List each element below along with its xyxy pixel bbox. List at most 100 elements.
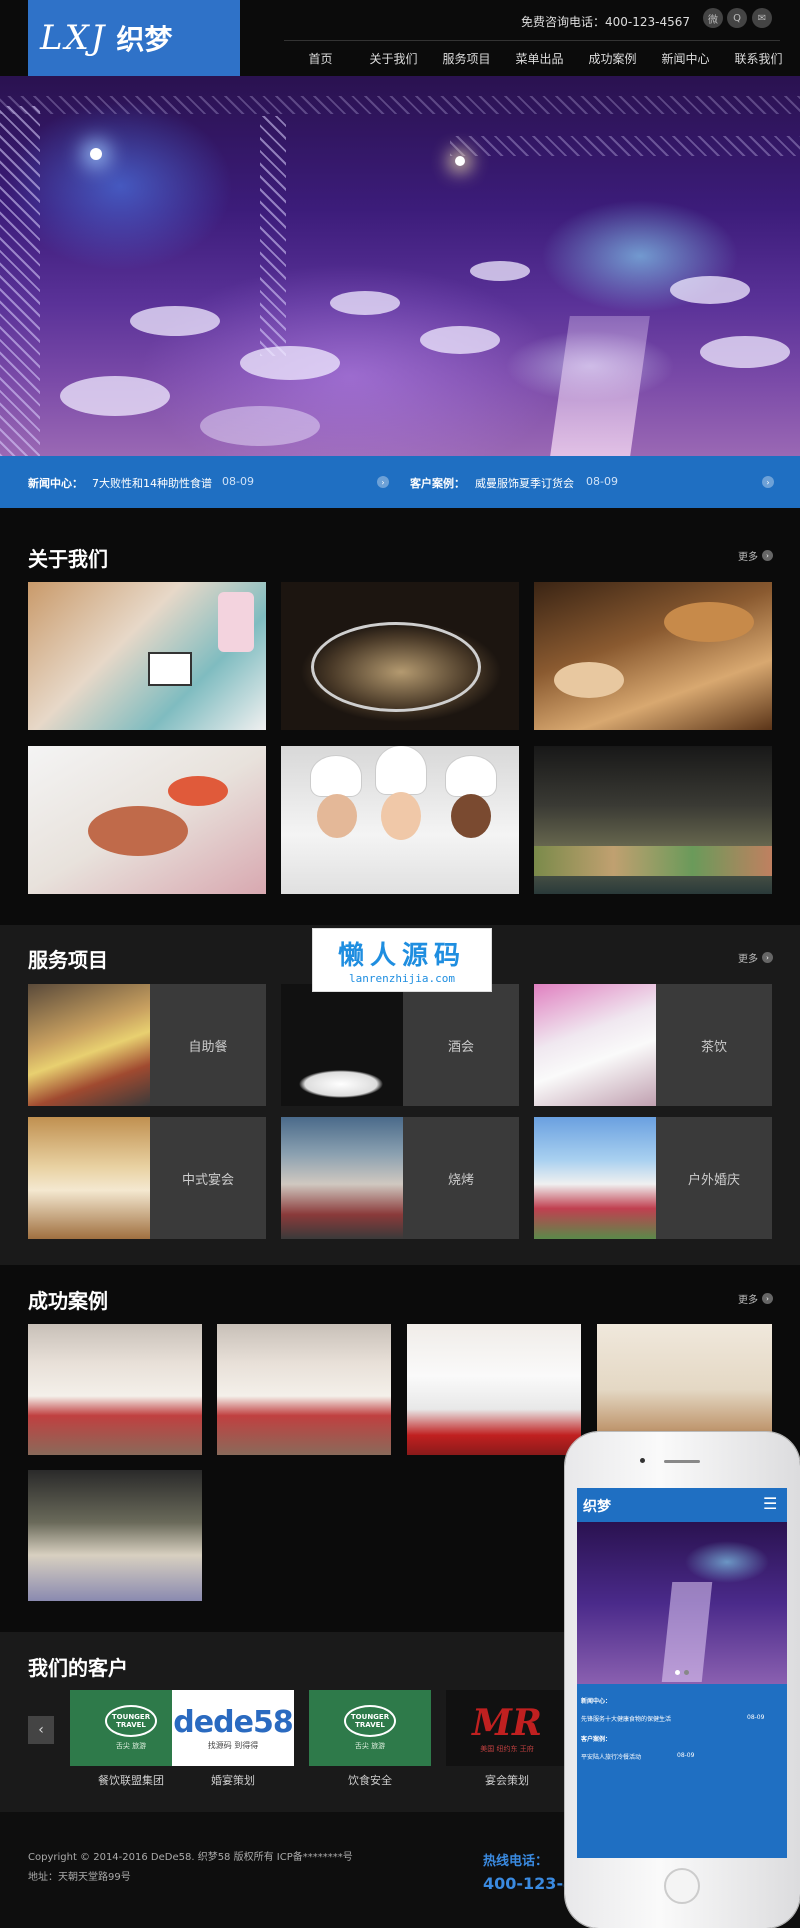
nav-divider xyxy=(284,40,780,41)
services-more-label: 更多 xyxy=(738,954,758,965)
footer-hotline-number: 400-123-4 xyxy=(483,1874,575,1893)
watermark-url: lanrenzhijia.com xyxy=(349,972,455,985)
phone-news-label: 新闻中心： xyxy=(581,1698,612,1705)
case-photo-restaurant-1[interactable] xyxy=(28,1324,202,1455)
phone-news-panel: 新闻中心： 先锋服务十大健康食物的保健生活 08-09 客户案例： 平安陆人旅行… xyxy=(577,1684,787,1858)
about-photo-buffet-hall[interactable] xyxy=(534,746,772,894)
about-photo-pastries[interactable] xyxy=(534,582,772,730)
qq-icon[interactable]: Q xyxy=(727,8,747,28)
service-card-buffet[interactable]: 自助餐 xyxy=(28,984,266,1106)
service-card-cocktail[interactable]: 酒会 xyxy=(281,984,519,1106)
case-photo-restaurant-2[interactable] xyxy=(217,1324,391,1455)
service-image xyxy=(281,1117,403,1239)
client-label: 婚宴策划 xyxy=(211,1774,255,1787)
logo-script-text: LXJ xyxy=(40,18,107,58)
phone-screen: 织梦 ☰ 新闻中心： 先锋服务十大健康食物的保健生活 08-09 客户案例： 平… xyxy=(577,1488,787,1858)
service-image xyxy=(28,1117,150,1239)
client-logo-sub: 找源码 到得得 xyxy=(207,1741,259,1750)
news-ticker: 新闻中心： 7大败性和14种助性食谱 08-09 › 客户案例： 威曼服饰夏季订… xyxy=(0,456,800,508)
mail-icon[interactable]: ✉ xyxy=(752,8,772,28)
phone-news-line[interactable]: 先锋服务十大健康食物的保健生活 xyxy=(581,1714,671,1723)
service-label: 户外婚庆 xyxy=(687,1172,740,1188)
phone-case-date: 08-09 xyxy=(677,1752,695,1759)
service-image xyxy=(28,984,150,1106)
clients-title: 我们的客户 xyxy=(28,1656,128,1680)
nav-news[interactable]: 新闻中心 xyxy=(649,50,722,67)
footer-hotline-label: 热线电话： xyxy=(483,1854,549,1869)
header-hotline: 免费咨询电话：400-123-4567 xyxy=(520,15,690,29)
weibo-icon[interactable]: 微 xyxy=(703,8,723,28)
main-nav: 首页 关于我们 服务项目 菜单出品 成功案例 新闻中心 联系我们 xyxy=(284,50,795,67)
client-logo-dede58[interactable]: dede58 找源码 到得得 xyxy=(172,1690,294,1766)
hero-banner[interactable] xyxy=(0,76,800,456)
news-title-link[interactable]: 7大败性和14种助性食谱 xyxy=(92,475,212,491)
phone-case-label: 客户案例： xyxy=(581,1736,612,1743)
client-logo-text: TOUNGER TRAVEL xyxy=(105,1705,157,1737)
watermark-badge: 懒人源码 lanrenzhijia.com xyxy=(312,928,492,992)
watermark-title: 懒人源码 xyxy=(337,941,466,971)
service-label: 酒会 xyxy=(447,1039,474,1055)
case-photo-chef-buffet[interactable] xyxy=(407,1324,581,1455)
services-title: 服务项目 xyxy=(28,948,108,972)
news-next-icon[interactable]: › xyxy=(377,476,389,488)
phone-banner[interactable] xyxy=(577,1522,787,1684)
news-label: 新闻中心： xyxy=(28,477,83,490)
service-card-barbecue[interactable]: 烧烤 xyxy=(281,1117,519,1239)
client-logo-tounger-2[interactable]: TOUNGER TRAVEL 舌尖 旅游 xyxy=(309,1690,431,1766)
phone-speaker xyxy=(664,1460,700,1463)
nav-services[interactable]: 服务项目 xyxy=(430,50,503,67)
service-card-tea[interactable]: 茶饮 xyxy=(534,984,772,1106)
phone-header: 织梦 ☰ xyxy=(577,1488,787,1522)
client-logo-text: TOUNGER TRAVEL xyxy=(344,1705,396,1737)
cases-title: 成功案例 xyxy=(28,1289,108,1313)
phone-case-line[interactable]: 平安陆人旅行冷餐活动 xyxy=(581,1752,641,1761)
client-logo-sub: 舌尖 旅游 xyxy=(115,1742,147,1750)
client-logo-sub: 美国 纽约东 王府 xyxy=(480,1745,534,1753)
service-image xyxy=(281,984,403,1106)
phone-camera-icon xyxy=(640,1458,645,1463)
hamburger-menu-icon[interactable]: ☰ xyxy=(763,1494,777,1513)
slider-dot[interactable] xyxy=(675,1670,680,1675)
about-more-link[interactable]: 更多 › xyxy=(738,548,773,563)
about-photo-chefs[interactable] xyxy=(281,746,519,894)
phone-home-button xyxy=(664,1868,700,1904)
chevron-left-icon[interactable]: ‹ xyxy=(28,1716,54,1744)
client-logo-mr[interactable]: MR 美国 纽约东 王府 xyxy=(446,1690,568,1766)
cases-more-link[interactable]: 更多 › xyxy=(738,1291,773,1306)
about-photo-canapes[interactable] xyxy=(281,582,519,730)
arrow-right-icon: › xyxy=(762,1293,773,1304)
cases-more-label: 更多 xyxy=(738,1295,758,1306)
nav-contact[interactable]: 联系我们 xyxy=(722,50,795,67)
nav-cases[interactable]: 成功案例 xyxy=(576,50,649,67)
case-photo-chafing-dishes[interactable] xyxy=(28,1470,202,1601)
banner-aisle xyxy=(550,316,650,456)
footer-copyright: Copyright © 2014-2016 DeDe58. 织梦58 版权所有 … xyxy=(28,1852,353,1863)
case-next-icon[interactable]: › xyxy=(762,476,774,488)
phone-news-date: 08-09 xyxy=(747,1714,765,1721)
case-title-link[interactable]: 威曼服饰夏季订货会 xyxy=(475,475,574,491)
service-label: 自助餐 xyxy=(188,1039,228,1055)
nav-menu[interactable]: 菜单出品 xyxy=(503,50,576,67)
slider-dot[interactable] xyxy=(684,1670,689,1675)
logo-text: 织梦 xyxy=(116,23,173,56)
case-label: 客户案例： xyxy=(410,477,465,490)
service-card-chinese-banquet[interactable]: 中式宴会 xyxy=(28,1117,266,1239)
service-label: 中式宴会 xyxy=(181,1172,234,1188)
arrow-right-icon: › xyxy=(762,550,773,561)
site-logo[interactable]: LXJ 织梦 xyxy=(28,0,240,76)
services-more-link[interactable]: 更多 › xyxy=(738,950,773,965)
service-label: 茶饮 xyxy=(700,1039,727,1055)
service-card-outdoor-wedding[interactable]: 户外婚庆 xyxy=(534,1117,772,1239)
about-photo-plated-food[interactable] xyxy=(28,746,266,894)
footer-address: 地址：天朝天堂路99号 xyxy=(28,1872,131,1883)
phone-logo: 织梦 xyxy=(583,1499,611,1515)
about-title: 关于我们 xyxy=(28,547,108,571)
client-label: 饮食安全 xyxy=(348,1774,392,1787)
nav-about[interactable]: 关于我们 xyxy=(357,50,430,67)
about-photo-dessert-table[interactable] xyxy=(28,582,266,730)
about-more-label: 更多 xyxy=(738,552,758,563)
service-image xyxy=(534,984,656,1106)
service-label: 烧烤 xyxy=(447,1172,474,1188)
nav-home[interactable]: 首页 xyxy=(284,50,357,67)
arrow-right-icon: › xyxy=(762,952,773,963)
